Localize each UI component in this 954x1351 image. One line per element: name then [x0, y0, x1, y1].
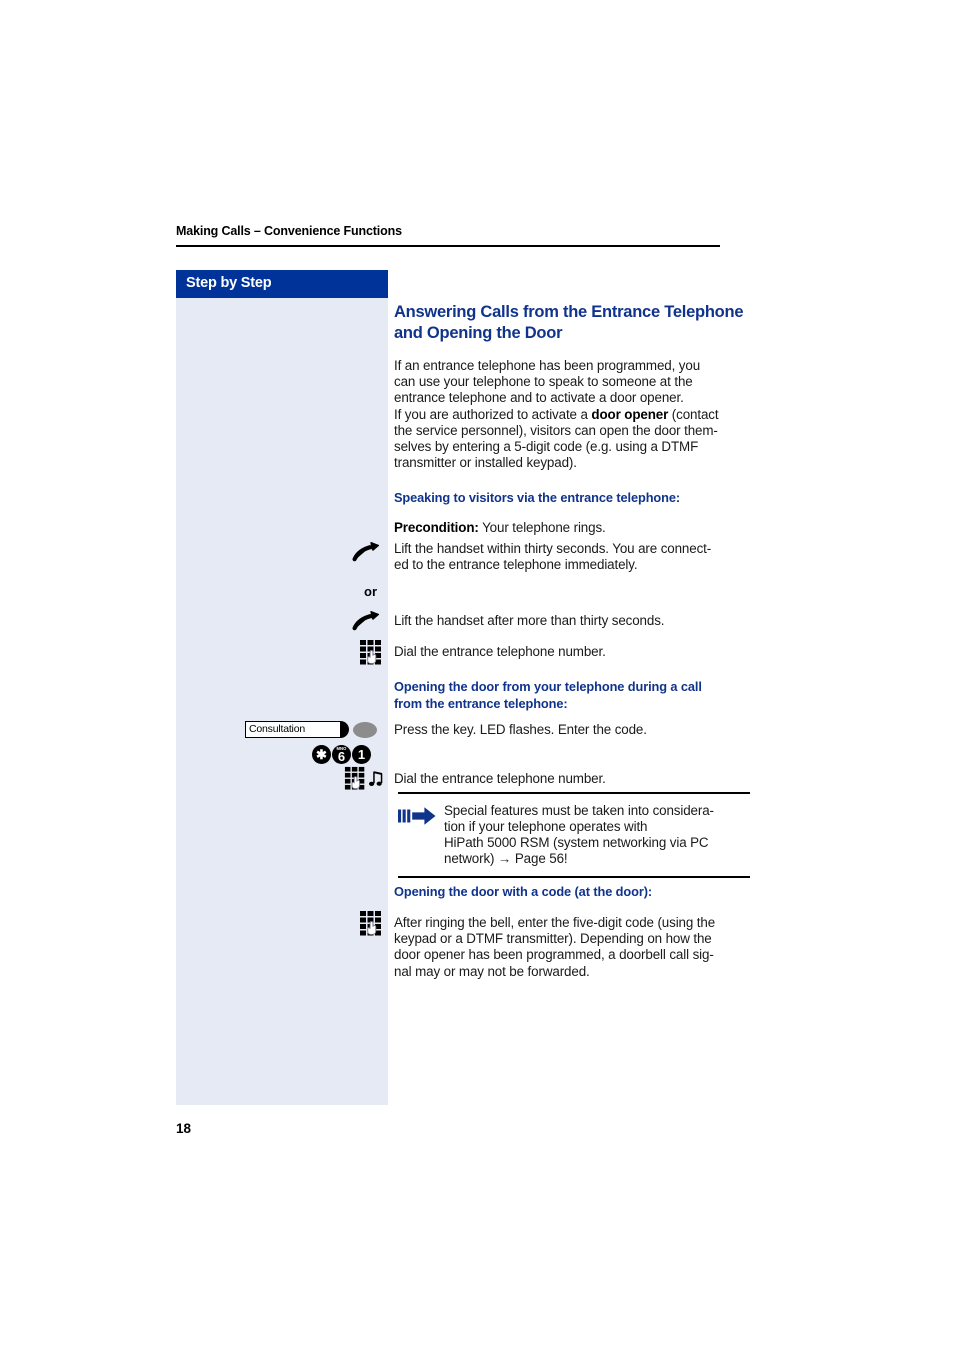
handset-lift-icon	[352, 610, 382, 632]
main-content: Answering Calls from the Entrance Teleph…	[394, 302, 750, 537]
step-press-key-text: Press the key. LED flashes. Enter the co…	[394, 722, 647, 737]
key-1[interactable]: 1	[352, 745, 371, 764]
keypad-dial-icon	[344, 766, 368, 790]
handset-lift-icon	[352, 541, 382, 563]
tone-note-icon	[369, 770, 385, 788]
section-opening-during-call: Opening the door from your telephone dur…	[394, 678, 750, 712]
intro-paragraph: If an entrance telephone has been progra…	[394, 358, 750, 471]
intro-door-opener-bold: door opener	[591, 406, 669, 422]
keypad-dial-icon	[359, 910, 385, 936]
key-6[interactable]: MNO 6	[332, 745, 351, 764]
sidebar-header-label: Step by Step	[186, 275, 272, 291]
step1-line2: ed to the entrance telephone immediately…	[394, 557, 638, 573]
note-callout: Special features must be taken into cons…	[398, 792, 750, 878]
intro-line3: entrance telephone and to activate a doo…	[394, 390, 684, 406]
code-body-line4: nal may or may not be forwarded.	[394, 963, 590, 979]
intro-line4-a: If you are authorized to activate a	[394, 406, 592, 422]
key-led-indicator	[353, 721, 377, 738]
key-6-digit: 6	[337, 748, 346, 764]
note-line4: network) → Page 56!	[444, 851, 568, 867]
code-body-line3: door opener has been programmed, a doorb…	[394, 947, 714, 963]
heading-opening-during-call: Opening the door from your telephone dur…	[394, 678, 750, 712]
consultation-key-label: Consultation	[249, 723, 305, 735]
note-line2: tion if your telephone operates with	[444, 818, 648, 834]
consultation-function-key[interactable]: Consultation	[245, 721, 377, 738]
precondition-line: Precondition: Your telephone rings.	[394, 520, 750, 536]
heading-opening-with-code: Opening the door with a code (at the doo…	[394, 884, 653, 899]
note-arrow-icon	[398, 803, 444, 868]
key-1-digit: 1	[357, 747, 366, 762]
intro-line2: can use your telephone to speak to someo…	[394, 374, 693, 390]
precondition-label: Precondition:	[394, 520, 479, 536]
consultation-key-label-box[interactable]: Consultation	[245, 721, 341, 738]
code-body-line2: keypad or a DTMF transmitter). Depending…	[394, 931, 712, 947]
sidebar-header: Step by Step	[176, 270, 388, 298]
heading-opening-during-call-line1: Opening the door from your telephone dur…	[394, 679, 702, 694]
page-title-line2: and Opening the Door	[394, 324, 563, 342]
heading-speaking-to-visitors: Speaking to visitors via the entrance te…	[394, 490, 681, 506]
page-title-line1: Answering Calls from the Entrance Teleph…	[394, 303, 744, 321]
intro-line5: the service personnel), visitors can ope…	[394, 422, 718, 438]
note-line1: Special features must be taken into cons…	[444, 802, 714, 818]
heading-opening-during-call-line2: from the entrance telephone:	[394, 696, 568, 711]
code-body-line1: After ringing the bell, enter the five-d…	[394, 915, 716, 930]
intro-line7: transmitter or installed keypad).	[394, 455, 577, 471]
section-opening-with-code: Opening the door with a code (at the doo…	[394, 883, 750, 900]
page-title: Answering Calls from the Entrance Teleph…	[394, 302, 750, 344]
intro-line4-b: (contact	[668, 406, 719, 422]
or-separator: or	[364, 584, 377, 599]
precondition-text: Your telephone rings.	[478, 520, 606, 536]
step1-line1: Lift the handset within thirty seconds. …	[394, 541, 712, 556]
note-line3: HiPath 5000 RSM (system networking via P…	[444, 835, 709, 850]
running-head: Making Calls – Convenience Functions	[176, 224, 402, 238]
key-6-alpha: MNO	[336, 745, 347, 751]
key-button-icon	[340, 721, 349, 738]
step-dial-entrance-number-1-text: Dial the entrance telephone number.	[394, 644, 606, 659]
step-lift-handset-within-30-text: Lift the handset within thirty seconds. …	[394, 541, 750, 573]
note-text: Special features must be taken into cons…	[444, 803, 714, 868]
door-opener-code-keys[interactable]: ✱ MNO 6 1	[312, 745, 371, 764]
header-rule	[176, 245, 720, 247]
page-number: 18	[176, 1121, 192, 1136]
intro-line1: If an entrance telephone has been progra…	[394, 358, 701, 373]
step-enter-code-at-door-text: After ringing the bell, enter the five-d…	[394, 915, 750, 980]
intro-line6: selves by entering a 5-digit code (e.g. …	[394, 439, 699, 455]
key-asterisk[interactable]: ✱	[312, 745, 331, 764]
step-lift-handset-after-30-text: Lift the handset after more than thirty …	[394, 613, 665, 628]
step-by-step-sidebar	[176, 270, 388, 1105]
keypad-dial-icon	[359, 639, 385, 665]
note-bottom-rule	[398, 876, 750, 878]
step-dial-entrance-number-2-text: Dial the entrance telephone number.	[394, 771, 606, 786]
key-asterisk-digit: ✱	[316, 747, 327, 762]
